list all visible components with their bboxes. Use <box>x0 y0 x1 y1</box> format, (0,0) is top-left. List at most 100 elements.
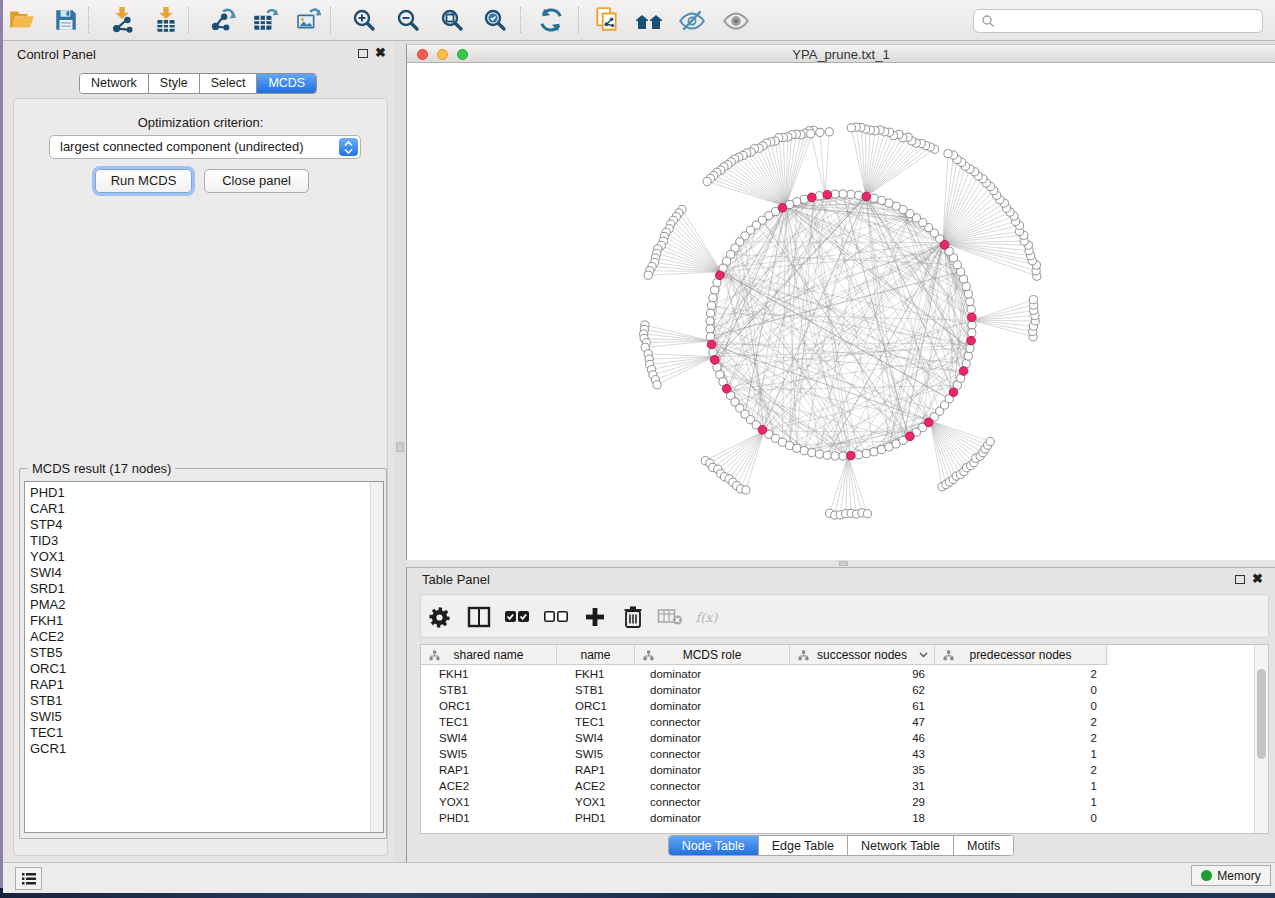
column-header-name[interactable]: name <box>557 645 635 665</box>
cell-predecessor-nodes[interactable]: 2 <box>935 666 1107 682</box>
cell-MCDS-role[interactable]: connector <box>635 794 790 810</box>
table-row[interactable]: FKH1FKH1dominator962 <box>421 666 1255 682</box>
cell-MCDS-role[interactable]: dominator <box>635 698 790 714</box>
first-neighbors-icon[interactable] <box>632 5 666 35</box>
cell-shared-name[interactable]: RAP1 <box>421 762 557 778</box>
cell-predecessor-nodes[interactable]: 0 <box>935 698 1107 714</box>
cell-successor-nodes[interactable]: 43 <box>790 746 935 762</box>
add-column-icon[interactable] <box>580 602 610 632</box>
zoom-out-icon[interactable] <box>391 5 425 35</box>
cell-MCDS-role[interactable]: connector <box>635 778 790 794</box>
refresh-icon[interactable] <box>534 5 568 35</box>
cell-predecessor-nodes[interactable]: 1 <box>935 746 1107 762</box>
cell-successor-nodes[interactable]: 35 <box>790 762 935 778</box>
mcds-result-item[interactable]: SWI4 <box>30 565 66 581</box>
cell-shared-name[interactable]: PHD1 <box>421 810 557 826</box>
mcds-result-item[interactable]: TEC1 <box>30 725 66 741</box>
import-table-icon[interactable] <box>149 5 183 35</box>
mcds-result-item[interactable]: PMA2 <box>30 597 66 613</box>
tab-mcds[interactable]: MCDS <box>257 74 316 93</box>
clone-network-icon[interactable] <box>590 5 624 35</box>
cell-successor-nodes[interactable]: 47 <box>790 714 935 730</box>
column-header-MCDS-role[interactable]: MCDS role <box>635 645 790 665</box>
cell-predecessor-nodes[interactable]: 2 <box>935 730 1107 746</box>
vertical-splitter[interactable] <box>394 41 406 862</box>
float-panel-icon[interactable] <box>1235 575 1245 584</box>
cell-successor-nodes[interactable]: 29 <box>790 794 935 810</box>
mcds-result-item[interactable]: STP4 <box>30 517 66 533</box>
mcds-result-item[interactable]: STB1 <box>30 693 66 709</box>
select-all-icon[interactable] <box>502 602 532 632</box>
table-row[interactable]: SWI5SWI5connector431 <box>421 746 1255 762</box>
cell-successor-nodes[interactable]: 96 <box>790 666 935 682</box>
gear-icon[interactable] <box>424 602 454 632</box>
mcds-result-item[interactable]: CAR1 <box>30 501 66 517</box>
open-folder-icon[interactable] <box>5 5 39 35</box>
import-network-icon[interactable] <box>105 5 139 35</box>
split-columns-icon[interactable] <box>464 602 494 632</box>
cell-shared-name[interactable]: TEC1 <box>421 714 557 730</box>
export-network-icon[interactable] <box>205 5 239 35</box>
column-header-shared-name[interactable]: shared name <box>421 645 557 665</box>
run-mcds-button[interactable]: Run MCDS <box>95 169 192 193</box>
cell-predecessor-nodes[interactable]: 0 <box>935 810 1107 826</box>
cell-shared-name[interactable]: SWI4 <box>421 730 557 746</box>
deselect-all-icon[interactable] <box>541 602 571 632</box>
cell-predecessor-nodes[interactable]: 1 <box>935 778 1107 794</box>
mcds-result-item[interactable]: GCR1 <box>30 741 66 757</box>
mcds-result-item[interactable]: PHD1 <box>30 485 66 501</box>
show-all-icon[interactable] <box>719 5 753 35</box>
table-row[interactable]: STB1STB1dominator620 <box>421 682 1255 698</box>
cell-name[interactable]: ORC1 <box>557 698 635 714</box>
table-row[interactable]: YOX1YOX1connector291 <box>421 794 1255 810</box>
cell-MCDS-role[interactable]: dominator <box>635 682 790 698</box>
table-row[interactable]: ORC1ORC1dominator610 <box>421 698 1255 714</box>
cell-MCDS-role[interactable]: connector <box>635 714 790 730</box>
table-row[interactable]: ACE2ACE2connector311 <box>421 778 1255 794</box>
mcds-result-item[interactable]: YOX1 <box>30 549 66 565</box>
save-icon[interactable] <box>49 5 83 35</box>
table-row[interactable]: RAP1RAP1dominator352 <box>421 762 1255 778</box>
table-row[interactable]: PHD1PHD1dominator180 <box>421 810 1255 826</box>
tab-network-table[interactable]: Network Table <box>848 836 954 855</box>
cell-shared-name[interactable]: ACE2 <box>421 778 557 794</box>
cell-shared-name[interactable]: YOX1 <box>421 794 557 810</box>
cell-name[interactable]: SWI4 <box>557 730 635 746</box>
tab-node-table[interactable]: Node Table <box>669 836 759 855</box>
task-history-button[interactable] <box>15 867 42 890</box>
cell-MCDS-role[interactable]: dominator <box>635 730 790 746</box>
cell-successor-nodes[interactable]: 31 <box>790 778 935 794</box>
cell-successor-nodes[interactable]: 61 <box>790 698 935 714</box>
export-table-icon[interactable] <box>248 5 282 35</box>
cell-predecessor-nodes[interactable]: 2 <box>935 762 1107 778</box>
mcds-result-item[interactable]: STB5 <box>30 645 66 661</box>
search-box[interactable] <box>973 9 1263 33</box>
mcds-result-item[interactable]: TID3 <box>30 533 66 549</box>
mcds-result-item[interactable]: FKH1 <box>30 613 66 629</box>
mcds-list-scrollbar[interactable] <box>370 482 383 832</box>
table-scrollbar[interactable] <box>1254 645 1268 833</box>
cell-name[interactable]: TEC1 <box>557 714 635 730</box>
cell-predecessor-nodes[interactable]: 1 <box>935 794 1107 810</box>
hide-selected-icon[interactable] <box>675 5 709 35</box>
tab-network[interactable]: Network <box>80 74 149 93</box>
cell-shared-name[interactable]: ORC1 <box>421 698 557 714</box>
cell-successor-nodes[interactable]: 18 <box>790 810 935 826</box>
mcds-result-item[interactable]: RAP1 <box>30 677 66 693</box>
cell-successor-nodes[interactable]: 46 <box>790 730 935 746</box>
cell-name[interactable]: FKH1 <box>557 666 635 682</box>
close-panel-button[interactable]: Close panel <box>204 169 309 193</box>
cell-MCDS-role[interactable]: connector <box>635 746 790 762</box>
close-panel-icon[interactable]: ✖ <box>1252 571 1263 586</box>
cell-MCDS-role[interactable]: dominator <box>635 666 790 682</box>
cell-name[interactable]: ACE2 <box>557 778 635 794</box>
zoom-fit-icon[interactable] <box>435 5 469 35</box>
cell-predecessor-nodes[interactable]: 2 <box>935 714 1107 730</box>
criterion-dropdown[interactable]: largest connected component (undirected) <box>49 135 361 159</box>
cell-shared-name[interactable]: SWI5 <box>421 746 557 762</box>
mcds-result-item[interactable]: SRD1 <box>30 581 66 597</box>
splitter-handle[interactable] <box>839 561 848 566</box>
table-row[interactable]: SWI4SWI4dominator462 <box>421 730 1255 746</box>
cell-name[interactable]: YOX1 <box>557 794 635 810</box>
mcds-result-item[interactable]: ACE2 <box>30 629 66 645</box>
